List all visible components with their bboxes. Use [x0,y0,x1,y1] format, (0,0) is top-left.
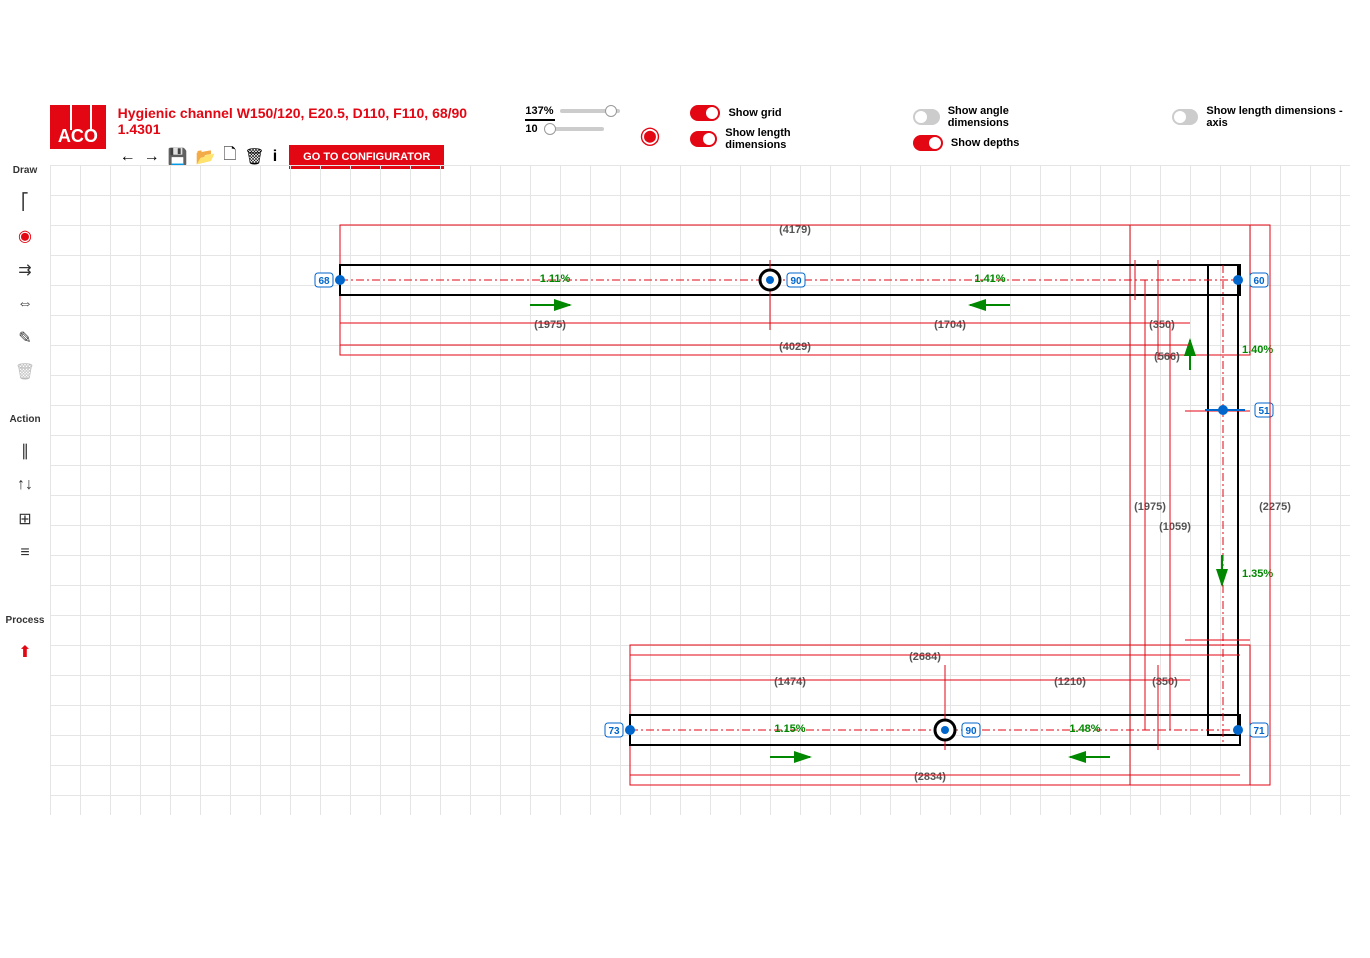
svg-text:60: 60 [1253,276,1265,287]
depth-60: 60 [1250,273,1268,287]
logo: ACO [50,105,106,149]
grid-step: 10 [525,123,537,135]
toggle-show-angle-dims[interactable] [913,109,940,125]
svg-text:(4029): (4029) [779,341,811,353]
depth-71: 71 [1250,723,1268,737]
eye-icon[interactable]: ◉ [640,121,661,150]
svg-text:(350): (350) [1152,676,1178,688]
svg-text:1.11%: 1.11% [540,273,571,285]
tool-sliders[interactable]: ≡ [13,541,37,565]
svg-text:(1975): (1975) [1134,501,1166,513]
toggle-group-3: Show length dimensions - axis [1172,105,1350,129]
svg-text:(1210): (1210) [1054,676,1086,688]
svg-text:(2684): (2684) [909,651,941,663]
svg-text:71: 71 [1253,726,1265,737]
toggle-show-length-axis[interactable] [1172,109,1199,125]
process-header: Process [6,615,45,626]
depth-73: 73 [605,723,623,737]
depth-68: 68 [315,273,333,287]
tool-pause[interactable]: ∥ [13,439,37,463]
drawing-svg-wrap: 68 90 60 51 73 90 71 (4179) (1975) (1704… [50,165,1350,815]
label-show-length-dims: Show length dimensions [725,127,841,151]
svg-text:90: 90 [790,276,802,287]
action-header: Action [9,414,40,425]
toggle-group-1: Show grid Show length dimensions [690,105,840,151]
tool-upload[interactable]: ⬆ [13,640,37,664]
svg-text:1.35%: 1.35% [1242,568,1273,580]
label-show-depths: Show depths [951,137,1019,149]
tool-polyline[interactable]: ⎡ [13,190,37,214]
tool-updown[interactable]: ↑↓ [13,473,37,497]
left-toolbar: Draw ⎡ ◉ ⇉ ⇔ ✎ 🗑 Action ∥ ↑↓ ⊞ ≡ Process… [10,165,40,664]
tool-pencil[interactable]: ✎ [13,326,37,350]
svg-text:68: 68 [318,276,330,287]
title-area: Hygienic channel W150/120, E20.5, D110, … [118,105,474,172]
svg-text:(350): (350) [1149,319,1175,331]
svg-text:(1474): (1474) [774,676,806,688]
toggle-show-length-dims[interactable] [690,131,717,147]
zoom-slider[interactable] [560,109,620,113]
svg-text:(566): (566) [1154,351,1180,363]
svg-text:51: 51 [1258,406,1270,417]
tool-point[interactable]: ◉ [13,224,37,248]
zoom-percent: 137% [525,105,553,117]
svg-text:(1975): (1975) [534,319,566,331]
depth-90-bot: 90 [962,723,980,737]
app-root: ACO Hygienic channel W150/120, E20.5, D1… [0,0,1370,958]
svg-text:1.48%: 1.48% [1069,723,1100,735]
svg-text:1.15%: 1.15% [774,723,805,735]
svg-text:(2834): (2834) [914,771,946,783]
svg-text:(2275): (2275) [1259,501,1291,513]
label-show-grid: Show grid [728,107,781,119]
svg-text:90: 90 [965,726,977,737]
svg-text:1.41%: 1.41% [974,273,1005,285]
tool-grid[interactable]: ⊞ [13,507,37,531]
topbar: ACO Hygienic channel W150/120, E20.5, D1… [0,105,1370,165]
tool-trash[interactable]: 🗑 [13,360,37,384]
svg-text:(4179): (4179) [779,224,811,236]
toggle-group-2: Show angle dimensions Show depths [913,105,1060,151]
svg-text:(1704): (1704) [934,319,966,331]
svg-text:(1059): (1059) [1159,521,1191,533]
toggle-show-grid[interactable] [690,105,720,121]
drawing-canvas[interactable]: 68 90 60 51 73 90 71 (4179) (1975) (1704… [50,165,1350,815]
depth-90-top: 90 [787,273,805,287]
tool-arrows-both[interactable]: ⇔ [13,292,37,316]
svg-text:73: 73 [608,726,620,737]
zoom-controls: 137% 10 [525,105,619,135]
label-show-angle-dims: Show angle dimensions [948,105,1060,129]
label-show-length-axis: Show length dimensions - axis [1206,105,1350,129]
toggle-show-depths[interactable] [913,135,943,151]
svg-text:1.40%: 1.40% [1242,344,1273,356]
tool-arrows-h[interactable]: ⇉ [13,258,37,282]
step-slider[interactable] [544,127,604,131]
draw-header: Draw [13,165,37,176]
product-title: Hygienic channel W150/120, E20.5, D110, … [118,105,474,137]
